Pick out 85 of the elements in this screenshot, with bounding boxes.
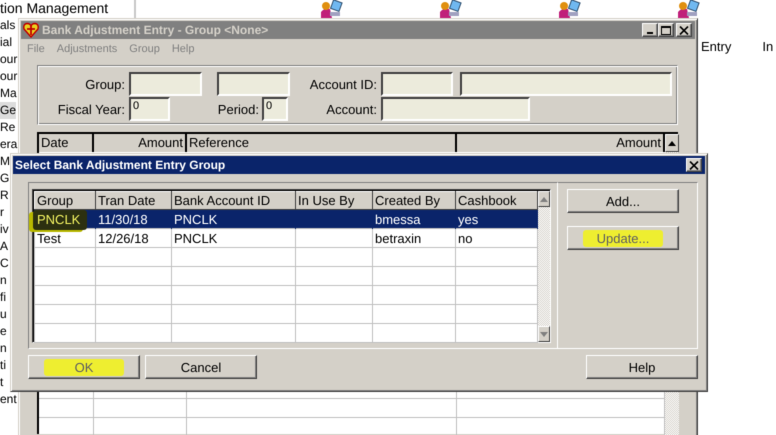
dialog-button[interactable]: Cancel — [145, 355, 257, 379]
list-item[interactable]: t — [0, 374, 4, 391]
table-cell[interactable]: bmessa — [372, 210, 456, 228]
column-header[interactable]: In Use By — [296, 192, 372, 210]
table-cell — [34, 248, 96, 266]
list-item[interactable]: Ma — [0, 85, 17, 102]
input-field[interactable] — [217, 72, 290, 96]
column-header[interactable]: Group — [34, 192, 96, 210]
user-computer-icon[interactable] — [320, 0, 344, 18]
column-label: In — [762, 39, 774, 54]
list-item[interactable]: our — [0, 68, 18, 85]
column-header[interactable]: Cashbook — [456, 192, 538, 210]
input-field[interactable] — [460, 72, 672, 96]
list-item[interactable]: ial — [0, 34, 12, 51]
dialog-button[interactable]: Add... — [567, 189, 679, 213]
input-field[interactable] — [381, 72, 453, 96]
table-cell[interactable]: 11/30/18 — [96, 210, 172, 228]
maximize-button[interactable] — [658, 23, 674, 37]
list-item[interactable]: tion Management — [0, 0, 108, 17]
list-item[interactable]: u — [0, 306, 7, 323]
list-item[interactable]: M — [0, 153, 10, 170]
maximize-icon — [661, 26, 671, 34]
table-cell — [34, 304, 96, 324]
list-item[interactable]: ent — [0, 391, 17, 408]
table-cell — [39, 399, 94, 418]
column-header[interactable]: Amount — [94, 134, 187, 152]
input-field[interactable]: 0 — [129, 97, 170, 121]
column-header[interactable]: Tran Date — [96, 192, 172, 210]
user-computer-icon[interactable] — [558, 0, 582, 18]
list-item[interactable]: iv — [0, 221, 9, 238]
list-item[interactable]: Re — [0, 119, 16, 136]
list-item[interactable]: e — [0, 323, 7, 340]
scroll-up-icon[interactable] — [668, 140, 676, 146]
user-computer-icon[interactable] — [439, 0, 463, 18]
field-label: Account: — [325, 102, 377, 116]
list-item[interactable]: r — [0, 204, 4, 221]
minimize-button[interactable] — [642, 23, 658, 37]
close-icon — [689, 160, 699, 170]
scroll-down-icon[interactable] — [540, 332, 548, 336]
scrollbar[interactable] — [538, 191, 550, 342]
list-item[interactable]: our — [0, 51, 18, 68]
user-computer-icon[interactable] — [677, 0, 701, 18]
close-button[interactable] — [686, 158, 702, 172]
list-item[interactable]: fi — [0, 289, 6, 306]
field-label: Account ID: — [308, 76, 377, 92]
column-header[interactable]: Amount — [457, 134, 665, 152]
dialog-button[interactable]: Help — [586, 355, 698, 379]
table-cell[interactable]: PNCLK — [172, 228, 296, 248]
list-item[interactable]: n — [0, 272, 7, 289]
column-header[interactable]: Date — [39, 134, 94, 152]
close-button[interactable] — [676, 23, 692, 37]
minimize-icon — [647, 32, 653, 34]
list-item[interactable]: C — [0, 255, 9, 272]
column-label: Entry — [701, 39, 732, 54]
table-cell — [34, 266, 96, 286]
dialog-title: Select Bank Adjustment Entry Group — [15, 158, 226, 172]
list-item[interactable]: ti — [0, 357, 6, 374]
table-cell[interactable]: no — [456, 228, 538, 248]
input-field[interactable] — [129, 72, 202, 96]
column-header[interactable]: Bank Account ID — [172, 192, 296, 210]
table-cell[interactable]: PNCLK — [172, 210, 296, 228]
field-label: Group: — [84, 76, 125, 92]
close-icon — [679, 26, 689, 34]
field-label: Fiscal Year: — [56, 102, 125, 116]
table-cell[interactable] — [296, 228, 372, 248]
column-header[interactable]: Reference — [187, 134, 457, 152]
table-cell — [34, 324, 96, 342]
input-field[interactable] — [381, 97, 530, 121]
table-cell[interactable]: yes — [456, 210, 538, 228]
list-item[interactable]: R — [0, 187, 9, 204]
list-item[interactable]: Ge — [0, 102, 16, 119]
list-item[interactable]: n — [0, 340, 7, 357]
app-icon — [23, 22, 39, 38]
table-cell[interactable]: betraxin — [372, 228, 456, 248]
table-cell — [34, 286, 96, 304]
column-header[interactable]: Created By — [372, 192, 456, 210]
table-cell[interactable]: 12/26/18 — [96, 228, 172, 248]
list-item[interactable]: era — [0, 136, 18, 153]
input-field[interactable]: 0 — [262, 97, 288, 121]
list-item[interactable]: G — [0, 170, 10, 187]
table-cell[interactable]: Test — [34, 228, 96, 248]
list-item[interactable]: A — [0, 238, 8, 255]
field-label: Period: — [216, 102, 259, 116]
window-title: Bank Adjustment Entry - Group <None> — [42, 23, 270, 37]
list-item[interactable]: als — [0, 17, 16, 34]
